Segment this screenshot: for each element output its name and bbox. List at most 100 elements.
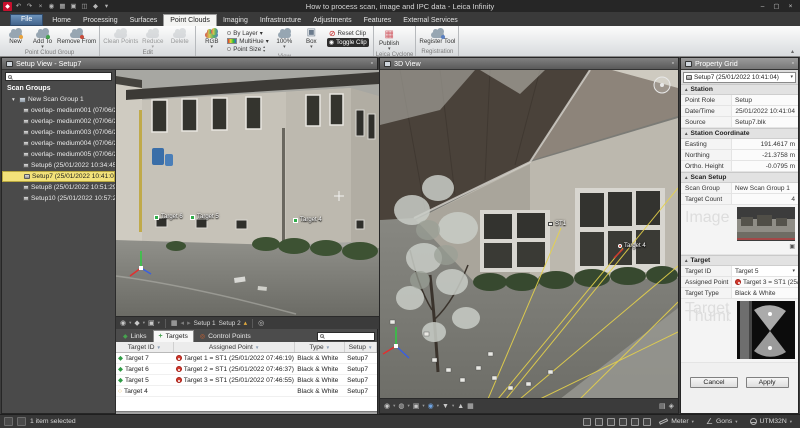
tree-item[interactable]: overlap- medium001 (07/06/202 [2,105,115,116]
chevron-down-icon[interactable]: ▾ [129,320,131,326]
chevron-down-icon[interactable]: ▾ [158,320,160,326]
tab-file[interactable]: File [10,14,43,26]
next-setup-icon[interactable]: ▸ [187,319,191,328]
orbit-tool-icon[interactable]: ◉ [384,402,390,411]
tree-search-input[interactable] [14,73,109,80]
pano-target-marker[interactable]: Target 4 [293,217,322,223]
chevron-down-icon[interactable]: ▾ [437,403,439,409]
tree-item[interactable]: overlap- medium005 (07/06/202 [2,149,115,160]
tree-item[interactable]: Setup8 (25/01/2022 10:51:29) [2,182,115,193]
copy-icon[interactable]: ▣ [789,243,795,250]
measure-tool-icon[interactable]: ◆ [134,319,139,328]
tree-item[interactable]: Setup10 (25/01/2022 10:57:23) [2,193,115,204]
section-station[interactable]: ▴ Station [681,84,798,95]
zoom-100-button[interactable]: 100% ▾ [271,27,298,49]
chevron-down-icon[interactable]: ▾ [422,403,424,409]
pin-icon[interactable]: ▫ [371,60,373,67]
publish-button[interactable]: ▦ Publish ▾ [376,27,403,51]
chevron-down-icon[interactable]: ▾ [407,403,409,409]
tab-features[interactable]: Features [358,15,398,26]
clip-tool-icon[interactable]: ▣ [413,402,420,411]
status-toggle-icon[interactable] [4,417,13,426]
flag-icon[interactable] [631,418,639,426]
tab-control-points[interactable]: ◎ Control Points [195,331,256,342]
quick-access-icon[interactable]: ◫ [80,2,89,11]
3d-viewport[interactable]: ST1 Target 4 [380,70,678,399]
column-setup[interactable]: Setup▼ [345,342,377,352]
setup1-label[interactable]: Setup 1 [194,320,216,327]
minimize-button[interactable]: – [756,2,769,11]
tree-expand-icon[interactable]: ▾ [12,97,17,103]
tree-item[interactable]: overlap- medium003 (07/06/202 [2,127,115,138]
pin-icon[interactable]: ▫ [672,60,674,67]
pano-target-marker[interactable]: Target 5 [190,214,219,220]
link-tool-icon[interactable]: ◍ [398,402,404,411]
remove-from-button[interactable]: Remove From [56,27,97,45]
target-tool-icon[interactable]: ◎ [258,319,264,328]
tab-processing[interactable]: Processing [77,15,124,26]
table-row[interactable]: ◆Target 7 Target 1 = ST1 (25/01/2022 07:… [116,353,377,364]
tab-imaging[interactable]: Imaging [217,15,254,26]
terrain-tool-icon[interactable]: ▲ [457,402,464,411]
tree-group-row[interactable]: ▾ New Scan Group 1 [2,94,115,105]
close-button[interactable]: × [784,2,797,11]
previous-setup-icon[interactable]: ◂ [181,319,185,328]
panorama-viewport[interactable]: Target 6 Target 5 Target 4 [116,70,379,316]
table-row[interactable]: ○Target 4 Black & White Setup7 [116,386,377,397]
filter-icon[interactable]: ▼ [368,345,372,350]
clip-box-button[interactable]: ▣ Box ▾ [298,27,325,49]
layers-icon[interactable] [643,418,651,426]
page-icon[interactable] [595,418,603,426]
tab-targets[interactable]: + Targets [153,330,194,342]
tab-external-services[interactable]: External Services [397,15,463,26]
distance-unit-dropdown[interactable]: Meter ▾ [655,418,698,425]
tab-point-clouds[interactable]: Point Clouds [163,14,217,26]
quick-access-icon[interactable]: ▣ [69,2,78,11]
tree-item[interactable]: overlap- medium002 (07/06/202 [2,116,115,127]
quick-access-icon[interactable]: ↷ [25,2,34,11]
quick-access-icon[interactable]: ◆ [91,2,100,11]
new-point-cloud-button[interactable]: New [2,27,29,45]
quick-access-icon[interactable]: ↶ [14,2,23,11]
quick-access-dropdown-icon[interactable]: ▾ [102,2,111,11]
toggle-clip-button[interactable]: ◉ Toggle Clip [327,38,369,47]
grid-tool-icon[interactable]: ▦ [467,402,474,411]
quick-access-icon[interactable]: ◉ [47,2,56,11]
column-type[interactable]: Type▼ [295,342,345,352]
collapse-ribbon-icon[interactable]: ▴ [791,48,794,55]
restore-button[interactable]: ▢ [770,2,783,11]
tab-links[interactable]: ◆ Links [118,331,152,342]
pano-target-marker[interactable]: Target 6 [154,214,183,220]
reset-clip-button[interactable]: ⊘ Reset Clip [327,29,369,38]
grid-icon[interactable] [607,418,615,426]
quick-access-icon[interactable]: ▦ [58,2,67,11]
tab-home[interactable]: Home [46,15,77,26]
target4-marker[interactable]: Target 4 [618,243,646,249]
filter-icon[interactable]: ▼ [255,345,259,350]
add-to-button[interactable]: Add To ▾ [29,27,56,49]
tab-surfaces[interactable]: Surfaces [124,15,164,26]
register-tool-button[interactable]: Register Tool [418,27,456,45]
pin-icon[interactable]: ▫ [792,60,794,67]
table-row[interactable]: ◆Target 5 Target 3 = ST1 (25/01/2022 07:… [116,375,377,386]
angle-unit-dropdown[interactable]: ∠ Gons ▾ [702,418,742,426]
tree-item[interactable]: Setup6 (25/01/2022 10:34:45) [2,160,115,171]
tree-item-selected[interactable]: Setup7 (25/01/2022 10:41:04) [2,171,115,182]
section-scan-setup[interactable]: ▴ Scan Setup [681,172,798,183]
tab-infrastructure[interactable]: Infrastructure [254,15,307,26]
section-station-coordinate[interactable]: ▴ Station Coordinate [681,128,798,139]
navigation-cube-icon[interactable]: ◈ [669,402,674,411]
quick-access-icon[interactable]: × [36,2,45,11]
shading-tool-icon[interactable]: ▼ [442,402,449,411]
reduce-button[interactable]: Reduce ▾ [139,27,166,49]
table-row[interactable]: ◆Target 6 Target 2 = ST1 (25/01/2022 07:… [116,364,377,375]
rgb-button[interactable]: RGB ▾ [198,27,225,49]
by-layer-option[interactable]: By Layer ▾ [227,29,269,37]
layers-tool-icon[interactable]: ▦ [171,319,178,328]
point-size-stepper[interactable]: ▴▾ [263,45,265,52]
cube-icon[interactable] [619,418,627,426]
view-mode-icon[interactable]: ◉ [428,402,434,411]
orbit-tool-icon[interactable]: ◉ [120,319,126,328]
clean-points-button[interactable]: Clean Points [102,27,139,45]
chevron-down-icon[interactable]: ▾ [393,403,395,409]
